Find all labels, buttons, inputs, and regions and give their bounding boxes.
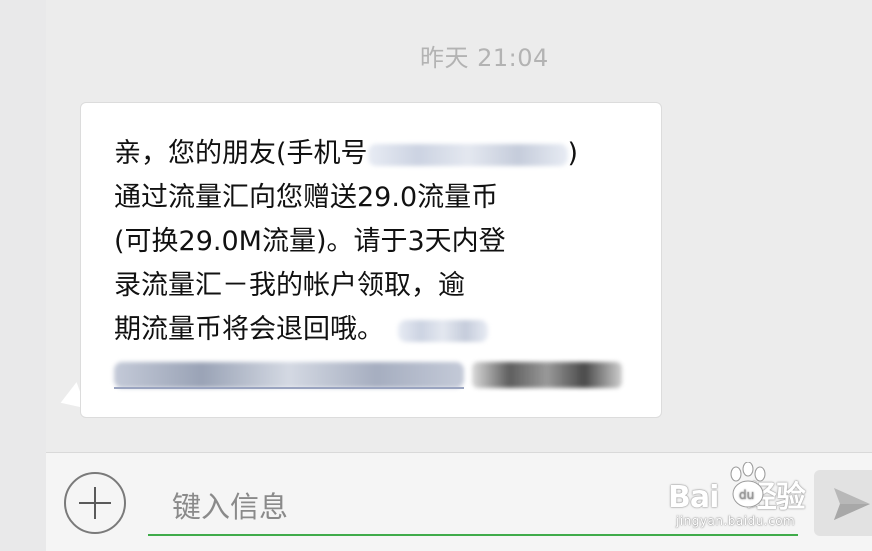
message-line: 通过流量汇向您赠送29.0流量币 [114, 176, 634, 220]
message-line-3: (可换29.0M流量)。请于3天内登 [114, 226, 506, 257]
message-line: 亲，您的朋友(手机号) [114, 132, 634, 176]
redacted-signature [472, 361, 622, 388]
message-line-2: 通过流量汇向您赠送29.0流量币 [114, 182, 499, 213]
link-underline [114, 387, 464, 389]
redacted-text [398, 319, 488, 342]
send-arrow-icon [834, 488, 870, 520]
watermark: Bai 经验 du jingyan.baidu.com [668, 458, 828, 538]
message-line-5: 期流量币将会退回哦。 [114, 314, 384, 345]
redacted-link[interactable] [114, 361, 464, 388]
message-input-placeholder: 键入信息 [172, 490, 289, 524]
left-edge-strip [0, 0, 46, 551]
message-line-1-end: ) [567, 138, 579, 169]
paw-icon: du [730, 462, 766, 508]
watermark-url: jingyan.baidu.com [676, 514, 796, 528]
add-button[interactable] [64, 472, 126, 534]
message-line: (可换29.0M流量)。请于3天内登 [114, 220, 634, 264]
message-line-1: 亲，您的朋友(手机号 [114, 138, 368, 169]
message-line: 录流量汇－我的帐户领取，逾 [114, 264, 634, 308]
message-timestamp: 昨天 21:04 [420, 44, 549, 72]
message-line: 期流量币将会退回哦。 [114, 308, 634, 352]
redacted-phone-number [367, 143, 568, 166]
message-line-4: 录流量汇－我的帐户领取，逾 [114, 270, 465, 301]
plus-icon-vertical [94, 487, 96, 519]
svg-text:du: du [739, 488, 754, 502]
message-text: 亲，您的朋友(手机号) 通过流量汇向您赠送29.0流量币 (可换29.0M流量)… [114, 132, 634, 396]
message-line [114, 352, 634, 396]
